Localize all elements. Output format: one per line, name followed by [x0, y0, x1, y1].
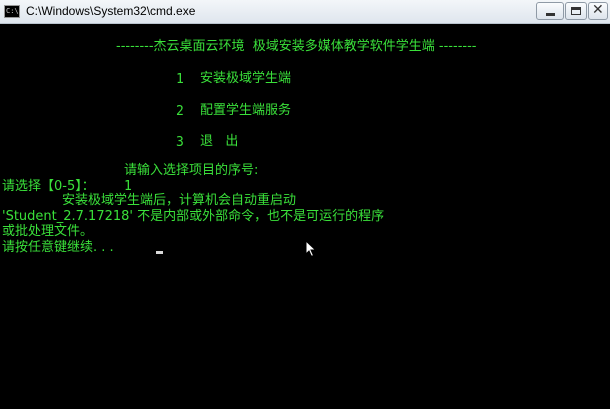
- menu-item-3-label: 退 出: [200, 134, 239, 149]
- menu-item-1-label: 安装极域学生端: [200, 71, 292, 86]
- minimize-button[interactable]: [536, 2, 564, 20]
- close-icon: ✕: [592, 2, 604, 18]
- menu-item-1-number: 1: [176, 72, 184, 87]
- menu-item-3-number: 3: [176, 135, 184, 150]
- select-prompt: 请输入选择项目的序号:: [124, 163, 259, 178]
- window-title: C:\Windows\System32\cmd.exe: [26, 4, 196, 18]
- menu-item-2-label: 配置学生端服务: [200, 103, 292, 118]
- title-bar[interactable]: C:\ C:\Windows\System32\cmd.exe ✕: [0, 0, 610, 24]
- cmd-icon[interactable]: C:\: [4, 5, 20, 18]
- close-button[interactable]: ✕: [588, 2, 608, 20]
- cmd-window: C:\ C:\Windows\System32\cmd.exe ✕ ------…: [0, 0, 610, 409]
- mouse-pointer-icon: [305, 240, 317, 258]
- maximize-button[interactable]: [565, 2, 587, 20]
- install-message: 安装极域学生端后，计算机会自动重启动: [62, 193, 297, 208]
- console-area[interactable]: --------杰云桌面云环境 极域安装多媒体教学软件学生端 -------- …: [0, 25, 610, 409]
- cmd-icon-label: C:\: [6, 7, 19, 15]
- pause-message: 请按任意键继续. . .: [2, 240, 114, 255]
- minimize-icon: [546, 13, 555, 16]
- maximize-icon: [571, 7, 581, 15]
- header-line: --------杰云桌面云环境 极域安装多媒体教学软件学生端 --------: [116, 39, 477, 54]
- text-cursor: [156, 251, 163, 254]
- error-line-2: 或批处理文件。: [2, 224, 94, 239]
- error-line-1: 'Student_2.7.17218' 不是内部或外部命令，也不是可运行的程序: [2, 209, 385, 224]
- menu-item-2-number: 2: [176, 104, 184, 119]
